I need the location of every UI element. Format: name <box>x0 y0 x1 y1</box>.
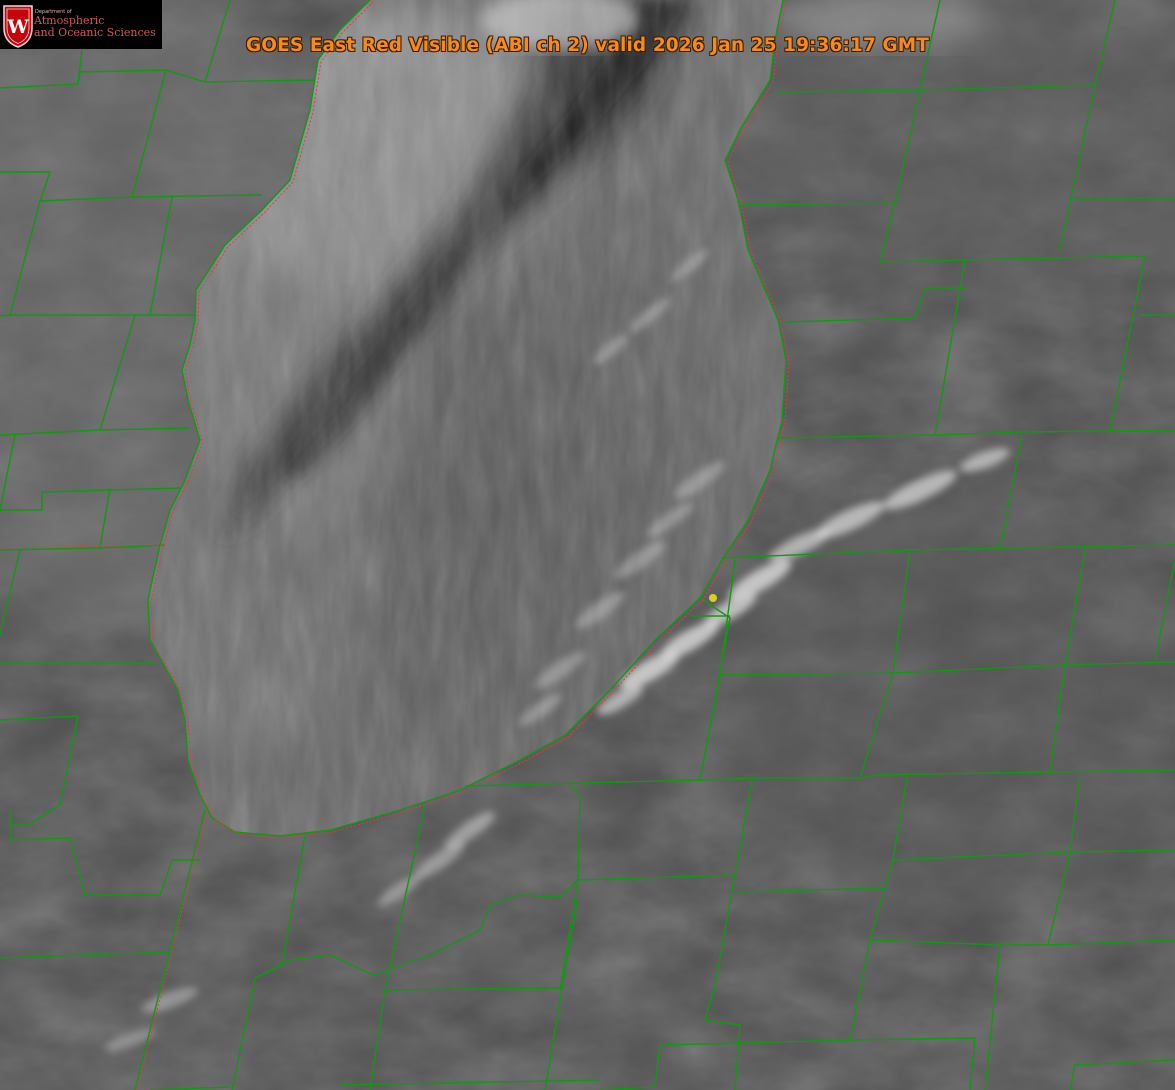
satellite-map <box>0 0 1175 1090</box>
location-marker <box>709 594 717 602</box>
image-title: GOES East Red Visible (ABI ch 2) valid 2… <box>246 35 929 56</box>
